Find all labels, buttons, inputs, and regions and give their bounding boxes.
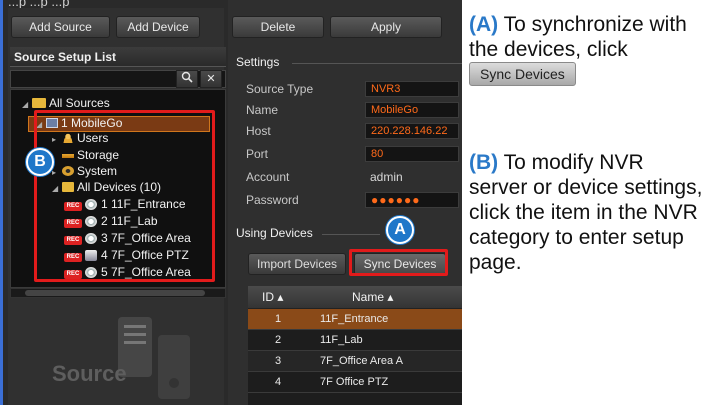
password-label: Password <box>246 193 299 207</box>
callout-badge-a: A <box>386 216 414 244</box>
magnifier-icon[interactable] <box>176 70 198 88</box>
folder-icon <box>32 98 46 108</box>
table-row[interactable]: 1 11F_Entrance <box>248 309 462 330</box>
delete-button[interactable]: Delete <box>232 16 324 38</box>
devices-table: ID ▴ Name ▴ 1 11F_Entrance 2 11F_Lab 3 7F_O… <box>248 286 462 405</box>
source-type-label: Source Type <box>246 82 314 96</box>
callout-text-a: (A) To synchronize with the devices, cli… <box>469 12 703 87</box>
add-source-button[interactable]: Add Source <box>11 16 110 38</box>
scrollbar-thumb[interactable] <box>25 290 205 296</box>
highlight-box-a <box>349 249 448 276</box>
column-header-name[interactable]: Name ▴ <box>352 290 393 304</box>
source-setup-list-title: Source Setup List <box>10 47 226 67</box>
highlight-box-b <box>34 110 215 282</box>
using-devices-section-title: Using Devices <box>236 226 313 240</box>
table-row[interactable]: 3 7F_Office Area A <box>248 351 462 372</box>
port-field[interactable]: 80 <box>365 146 459 162</box>
divider <box>322 234 380 235</box>
expand-arrow-icon: ◢ <box>22 100 29 109</box>
account-value: admin <box>370 170 403 184</box>
tree-horizontal-scrollbar[interactable] <box>10 288 226 298</box>
close-icon[interactable]: ✕ <box>200 70 222 88</box>
callout-text-b: (B) To modify NVR server or device setti… <box>469 151 703 274</box>
callout-badge-b: B <box>26 148 54 176</box>
divider <box>292 63 462 64</box>
table-row[interactable]: 4 7F Office PTZ <box>248 372 462 393</box>
devices-table-header: ID ▴ Name ▴ <box>248 286 462 309</box>
table-row[interactable]: 2 11F_Lab <box>248 330 462 351</box>
account-label: Account <box>246 170 290 184</box>
source-logo-text: Source <box>52 361 127 386</box>
name-field[interactable]: MobileGo <box>365 102 459 118</box>
password-field[interactable]: ●●●●●● <box>365 192 459 208</box>
screenshot-area: ...p ...p ...p Add Source Add Device Sou… <box>0 0 462 405</box>
name-label: Name <box>246 103 279 117</box>
tree-node-all-sources[interactable]: ◢ All Sources <box>22 96 110 110</box>
apply-button[interactable]: Apply <box>330 16 442 38</box>
settings-section-title: Settings <box>236 55 280 69</box>
source-logo: Source <box>40 305 220 405</box>
import-devices-button[interactable]: Import Devices <box>248 253 346 275</box>
source-type-select[interactable]: NVR3 <box>365 81 459 97</box>
sync-devices-example-button: Sync Devices <box>469 62 576 86</box>
add-device-button[interactable]: Add Device <box>116 16 200 38</box>
host-field[interactable]: 220.228.146.22 <box>365 123 459 139</box>
port-label: Port <box>246 147 269 161</box>
host-label: Host <box>246 124 271 138</box>
column-header-id[interactable]: ID ▴ <box>262 290 283 304</box>
